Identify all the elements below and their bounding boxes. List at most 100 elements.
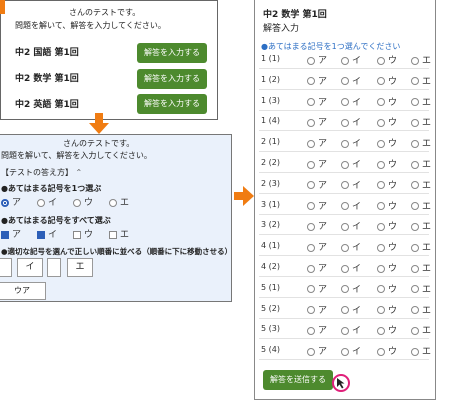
answer-option[interactable]: イ <box>341 53 361 66</box>
answer-option[interactable]: イ <box>341 219 361 232</box>
answer-option[interactable]: ア <box>307 115 327 128</box>
radio-icon <box>341 347 349 356</box>
submit-answers-button[interactable]: 解答を送信する <box>263 370 333 390</box>
radio-icon <box>411 181 419 190</box>
answer-option[interactable]: ウ <box>377 74 397 87</box>
answer-option[interactable]: ウ <box>377 323 397 336</box>
answer-option[interactable]: ア <box>307 219 327 232</box>
answer-option[interactable]: ア <box>307 261 327 274</box>
single-option-i[interactable]: イ <box>37 195 57 208</box>
answer-option[interactable]: エ <box>411 219 431 232</box>
answer-option-label: ア <box>318 284 328 295</box>
answer-option[interactable]: ア <box>307 282 327 295</box>
answer-option[interactable]: ウ <box>377 136 397 149</box>
answer-option[interactable]: エ <box>411 199 431 212</box>
radio-icon <box>341 181 349 190</box>
answer-option[interactable]: イ <box>341 178 361 191</box>
answer-option[interactable]: エ <box>411 323 431 336</box>
answer-option[interactable]: ア <box>307 95 327 108</box>
answer-option[interactable]: ウ <box>377 95 397 108</box>
collapse-toggle-icon[interactable]: ⌃ <box>76 168 83 177</box>
answer-option[interactable]: エ <box>411 178 431 191</box>
answer-option[interactable]: イ <box>341 157 361 170</box>
multi-option-e[interactable]: エ <box>109 227 129 240</box>
answer-option[interactable]: ア <box>307 74 327 87</box>
answer-option[interactable]: ウ <box>377 344 397 357</box>
radio-icon <box>73 198 81 207</box>
radio-icon <box>307 264 315 273</box>
answer-option[interactable]: エ <box>411 157 431 170</box>
order-box-1[interactable] <box>0 258 12 277</box>
single-option-u[interactable]: ウ <box>73 195 93 208</box>
answer-option[interactable]: イ <box>341 136 361 149</box>
answer-option[interactable]: イ <box>341 261 361 274</box>
order-result-box[interactable]: ウア <box>0 282 46 300</box>
answer-option[interactable]: イ <box>341 74 361 87</box>
answer-option[interactable]: イ <box>341 199 361 212</box>
answer-option[interactable]: エ <box>411 303 431 316</box>
row-divider <box>259 192 429 194</box>
single-option-a[interactable]: ア <box>1 195 21 208</box>
order-box-2[interactable]: イ <box>17 258 43 277</box>
answer-option[interactable]: ウ <box>377 303 397 316</box>
answer-option[interactable]: ア <box>307 157 327 170</box>
radio-icon <box>411 77 419 86</box>
order-box-3[interactable] <box>47 258 61 277</box>
answer-option[interactable]: ア <box>307 303 327 316</box>
answer-option[interactable]: エ <box>411 95 431 108</box>
answer-option[interactable]: イ <box>341 95 361 108</box>
answer-option[interactable]: ア <box>307 53 327 66</box>
answer-option[interactable]: エ <box>411 136 431 149</box>
answer-option[interactable]: エ <box>411 53 431 66</box>
answer-option[interactable]: ウ <box>377 199 397 212</box>
question-label: 3 (1) <box>261 199 280 209</box>
answer-option[interactable]: ア <box>307 199 327 212</box>
answer-option[interactable]: ウ <box>377 53 397 66</box>
answer-option[interactable]: イ <box>341 303 361 316</box>
question-label: 1 (3) <box>261 95 280 105</box>
answer-option[interactable]: ウ <box>377 219 397 232</box>
row-divider <box>259 255 429 257</box>
enter-answers-button-english[interactable]: 解答を入力する <box>137 94 207 114</box>
enter-answers-button-math[interactable]: 解答を入力する <box>137 69 207 89</box>
radio-icon <box>377 139 385 148</box>
answer-option[interactable]: エ <box>411 240 431 253</box>
answer-option[interactable]: エ <box>411 344 431 357</box>
answer-option[interactable]: ア <box>307 344 327 357</box>
answer-option[interactable]: ア <box>307 240 327 253</box>
multi-option-i[interactable]: イ <box>37 227 57 240</box>
multi-option-u[interactable]: ウ <box>73 227 93 240</box>
enter-answers-button-japanese[interactable]: 解答を入力する <box>137 43 207 63</box>
radio-icon <box>377 202 385 211</box>
answer-option[interactable]: イ <box>341 282 361 295</box>
arrow-down-icon <box>89 113 109 134</box>
multi-option-a[interactable]: ア <box>1 227 21 240</box>
checkbox-icon <box>73 230 81 239</box>
answer-option[interactable]: イ <box>341 323 361 336</box>
answer-option-label: イ <box>352 326 362 337</box>
question-label: 5 (2) <box>261 303 280 313</box>
answer-option[interactable]: ウ <box>377 261 397 274</box>
answer-option[interactable]: ウ <box>377 282 397 295</box>
answer-option[interactable]: エ <box>411 261 431 274</box>
answer-option-label: イ <box>352 347 362 358</box>
answer-option[interactable]: ウ <box>377 157 397 170</box>
answer-option[interactable]: イ <box>341 115 361 128</box>
answer-option[interactable]: エ <box>411 74 431 87</box>
question-label: 5 (4) <box>261 345 280 355</box>
answer-option[interactable]: ウ <box>377 178 397 191</box>
row-divider <box>259 359 429 361</box>
answer-option[interactable]: ウ <box>377 240 397 253</box>
answer-option[interactable]: イ <box>341 240 361 253</box>
answer-option[interactable]: ア <box>307 136 327 149</box>
answer-option[interactable]: イ <box>341 344 361 357</box>
order-box-4[interactable]: エ <box>67 258 93 277</box>
answer-option[interactable]: ウ <box>377 115 397 128</box>
answer-option-label: ウ <box>388 264 398 274</box>
answer-option-label: ウ <box>388 305 398 316</box>
answer-option[interactable]: ア <box>307 178 327 191</box>
answer-option[interactable]: ア <box>307 323 327 336</box>
single-option-e[interactable]: エ <box>109 195 129 208</box>
answer-option[interactable]: エ <box>411 282 431 295</box>
answer-option[interactable]: エ <box>411 115 431 128</box>
